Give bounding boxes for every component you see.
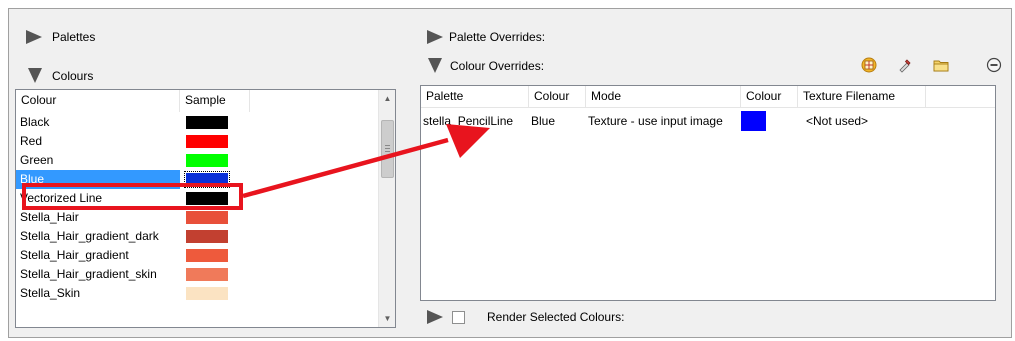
list-item[interactable]: Stella_Skin bbox=[16, 284, 379, 303]
colour-cell: Blue bbox=[531, 114, 556, 128]
folder-icon[interactable] bbox=[933, 57, 949, 73]
palette-overrides-label: Palette Overrides: bbox=[449, 30, 546, 44]
list-item[interactable]: Vectorized Line bbox=[16, 189, 379, 208]
scroll-thumb[interactable] bbox=[381, 120, 394, 178]
colour-name: Red bbox=[20, 134, 43, 148]
palette-grid-icon[interactable] bbox=[861, 57, 877, 73]
colour-column-header[interactable]: Colour bbox=[529, 86, 586, 108]
mode-cell[interactable]: Texture - use input image bbox=[586, 111, 741, 131]
colour-list-header: Colour Sample bbox=[16, 90, 250, 112]
colour-name: Green bbox=[20, 153, 54, 167]
colour-sample bbox=[180, 189, 240, 208]
colour-swatch-cell[interactable] bbox=[741, 111, 798, 131]
list-item[interactable]: Stella_Hair_gradient bbox=[16, 246, 379, 265]
palette-cell: stella_PencilLine bbox=[423, 114, 514, 128]
palette-overrides-toggle[interactable]: Palette Overrides: bbox=[427, 30, 545, 44]
sample-column-header[interactable]: Sample bbox=[180, 90, 250, 112]
scroll-up-icon[interactable]: ▲ bbox=[379, 90, 395, 107]
collapsed-arrow-icon bbox=[427, 310, 443, 324]
render-selected-checkbox[interactable] bbox=[452, 311, 465, 324]
colour-sample bbox=[180, 132, 240, 151]
colour-swatch bbox=[186, 116, 228, 129]
list-item[interactable]: Green bbox=[16, 151, 379, 170]
colour-sample bbox=[180, 227, 240, 246]
colour-name: Stella_Skin bbox=[20, 286, 81, 300]
list-item[interactable]: Stella_Hair bbox=[16, 208, 379, 227]
colour-name: Stella_Hair bbox=[20, 210, 79, 224]
colour-name: Stella_Hair_gradient bbox=[20, 248, 129, 262]
colours-section-toggle[interactable]: Colours bbox=[26, 68, 93, 83]
texture-column-header[interactable]: Texture Filename bbox=[798, 86, 926, 108]
colour-swatch bbox=[186, 268, 228, 281]
colour-swatch bbox=[186, 192, 228, 205]
colour-rows: Black Red Green Blue Vectorized Line Stella_H… bbox=[16, 113, 379, 303]
eyedropper-icon[interactable] bbox=[897, 57, 913, 73]
render-selected-label: Render Selected Colours: bbox=[487, 310, 625, 324]
colour-swatch bbox=[186, 249, 228, 262]
colour-sample bbox=[180, 265, 240, 284]
colour-name: Stella_Hair_gradient_dark bbox=[20, 229, 159, 243]
colour-name: Black bbox=[20, 115, 50, 129]
colour-name: Stella_Hair_gradient_skin bbox=[20, 267, 157, 281]
colour-swatch-column-header[interactable]: Colour bbox=[741, 86, 798, 108]
colour-swatch bbox=[184, 171, 230, 188]
expanded-arrow-icon bbox=[28, 68, 42, 83]
overrides-grid-header: Palette Colour Mode Colour Texture Filen… bbox=[421, 86, 995, 108]
collapsed-arrow-icon bbox=[26, 30, 42, 44]
colour-sample bbox=[180, 284, 240, 303]
colour-column-header[interactable]: Colour bbox=[16, 90, 180, 112]
colour-swatch[interactable] bbox=[741, 111, 766, 131]
colour-swatch bbox=[186, 230, 228, 243]
colour-name: Blue bbox=[16, 170, 180, 189]
colour-overrides-label: Colour Overrides: bbox=[450, 58, 545, 73]
colour-sample bbox=[180, 113, 240, 132]
colour-sample bbox=[180, 170, 240, 189]
scroll-down-icon[interactable]: ▼ bbox=[379, 310, 395, 327]
colour-sample bbox=[180, 208, 240, 227]
colour-swatch bbox=[186, 287, 228, 300]
table-row[interactable]: stella_PencilLine Blue Texture - use inp… bbox=[421, 111, 995, 131]
colour-swatch bbox=[186, 211, 228, 224]
palettes-label: Palettes bbox=[52, 30, 96, 44]
list-item[interactable]: Black bbox=[16, 113, 379, 132]
list-item[interactable]: Stella_Hair_gradient_dark bbox=[16, 227, 379, 246]
colour-name: Vectorized Line bbox=[20, 191, 103, 205]
colour-overrides-grid[interactable]: Palette Colour Mode Colour Texture Filen… bbox=[420, 85, 996, 301]
texture-cell[interactable]: <Not used> bbox=[798, 111, 926, 131]
colour-list-scrollbar[interactable]: ▲ ▼ bbox=[378, 90, 395, 327]
colour-overrides-toggle[interactable]: Colour Overrides: bbox=[427, 58, 544, 73]
colour-swatch bbox=[186, 135, 228, 148]
colour-swatch bbox=[186, 154, 228, 167]
collapsed-arrow-icon bbox=[427, 30, 443, 44]
mode-column-header[interactable]: Mode bbox=[586, 86, 741, 108]
render-selected-toggle[interactable] bbox=[427, 310, 443, 324]
list-item[interactable]: Red bbox=[16, 132, 379, 151]
list-item[interactable]: Blue bbox=[16, 170, 379, 189]
palette-column-header[interactable]: Palette bbox=[421, 86, 529, 108]
remove-icon[interactable] bbox=[986, 57, 1002, 73]
list-item[interactable]: Stella_Hair_gradient_skin bbox=[16, 265, 379, 284]
colours-label: Colours bbox=[52, 68, 94, 83]
expanded-arrow-icon bbox=[428, 58, 442, 73]
colour-list[interactable]: Colour Sample Black Red Green Blue Vectorize… bbox=[15, 89, 396, 328]
colour-sample bbox=[180, 246, 240, 265]
palettes-section-toggle[interactable]: Palettes bbox=[26, 30, 95, 44]
colour-sample bbox=[180, 151, 240, 170]
